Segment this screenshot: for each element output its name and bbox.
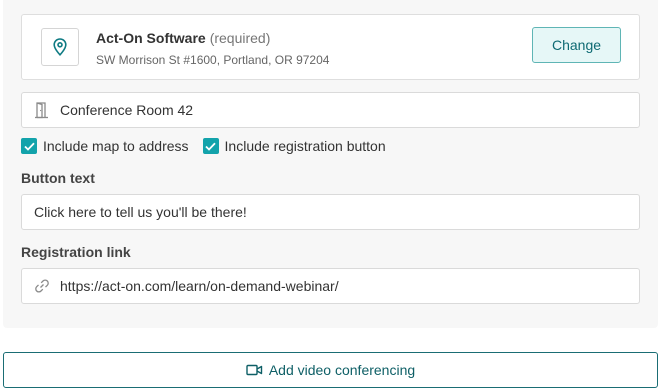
change-location-button[interactable]: Change	[532, 27, 621, 63]
location-name: Act-On Software (required)	[96, 29, 270, 47]
required-indicator: (required)	[209, 30, 271, 46]
include-map-label: Include map to address	[43, 138, 189, 154]
location-pin-icon	[53, 38, 67, 56]
button-text-value: Click here to tell us you'll be there!	[34, 204, 247, 220]
registration-link-value: https://act-on.com/learn/on-demand-webin…	[60, 278, 339, 294]
checkmark-icon	[23, 142, 35, 151]
include-map-checkbox[interactable]	[21, 138, 37, 154]
registration-link-input[interactable]: https://act-on.com/learn/on-demand-webin…	[21, 268, 640, 304]
include-map-option[interactable]: Include map to address	[21, 138, 189, 154]
location-pin-icon-box	[41, 28, 79, 66]
location-card: Act-On Software (required) SW Morrison St…	[21, 14, 640, 80]
door-icon	[22, 101, 60, 119]
registration-link-label: Registration link	[21, 244, 131, 260]
button-text-label: Button text	[21, 170, 95, 186]
options-row: Include map to address Include registrat…	[21, 138, 400, 154]
include-registration-label: Include registration button	[224, 138, 386, 154]
checkmark-icon	[205, 142, 216, 151]
room-input[interactable]: Conference Room 42	[21, 92, 640, 128]
add-video-conferencing-button[interactable]: Add video conferencing	[3, 352, 658, 388]
include-registration-checkbox[interactable]	[202, 138, 219, 154]
location-address: SW Morrison St #1600, Portland, OR 97204	[96, 53, 330, 67]
video-camera-icon	[246, 364, 263, 376]
location-name-text: Act-On Software	[96, 30, 206, 46]
include-registration-option[interactable]: Include registration button	[202, 138, 386, 154]
link-icon	[22, 278, 60, 294]
room-value: Conference Room 42	[60, 102, 194, 118]
button-text-input[interactable]: Click here to tell us you'll be there!	[21, 194, 640, 230]
add-video-conferencing-label: Add video conferencing	[268, 362, 416, 378]
